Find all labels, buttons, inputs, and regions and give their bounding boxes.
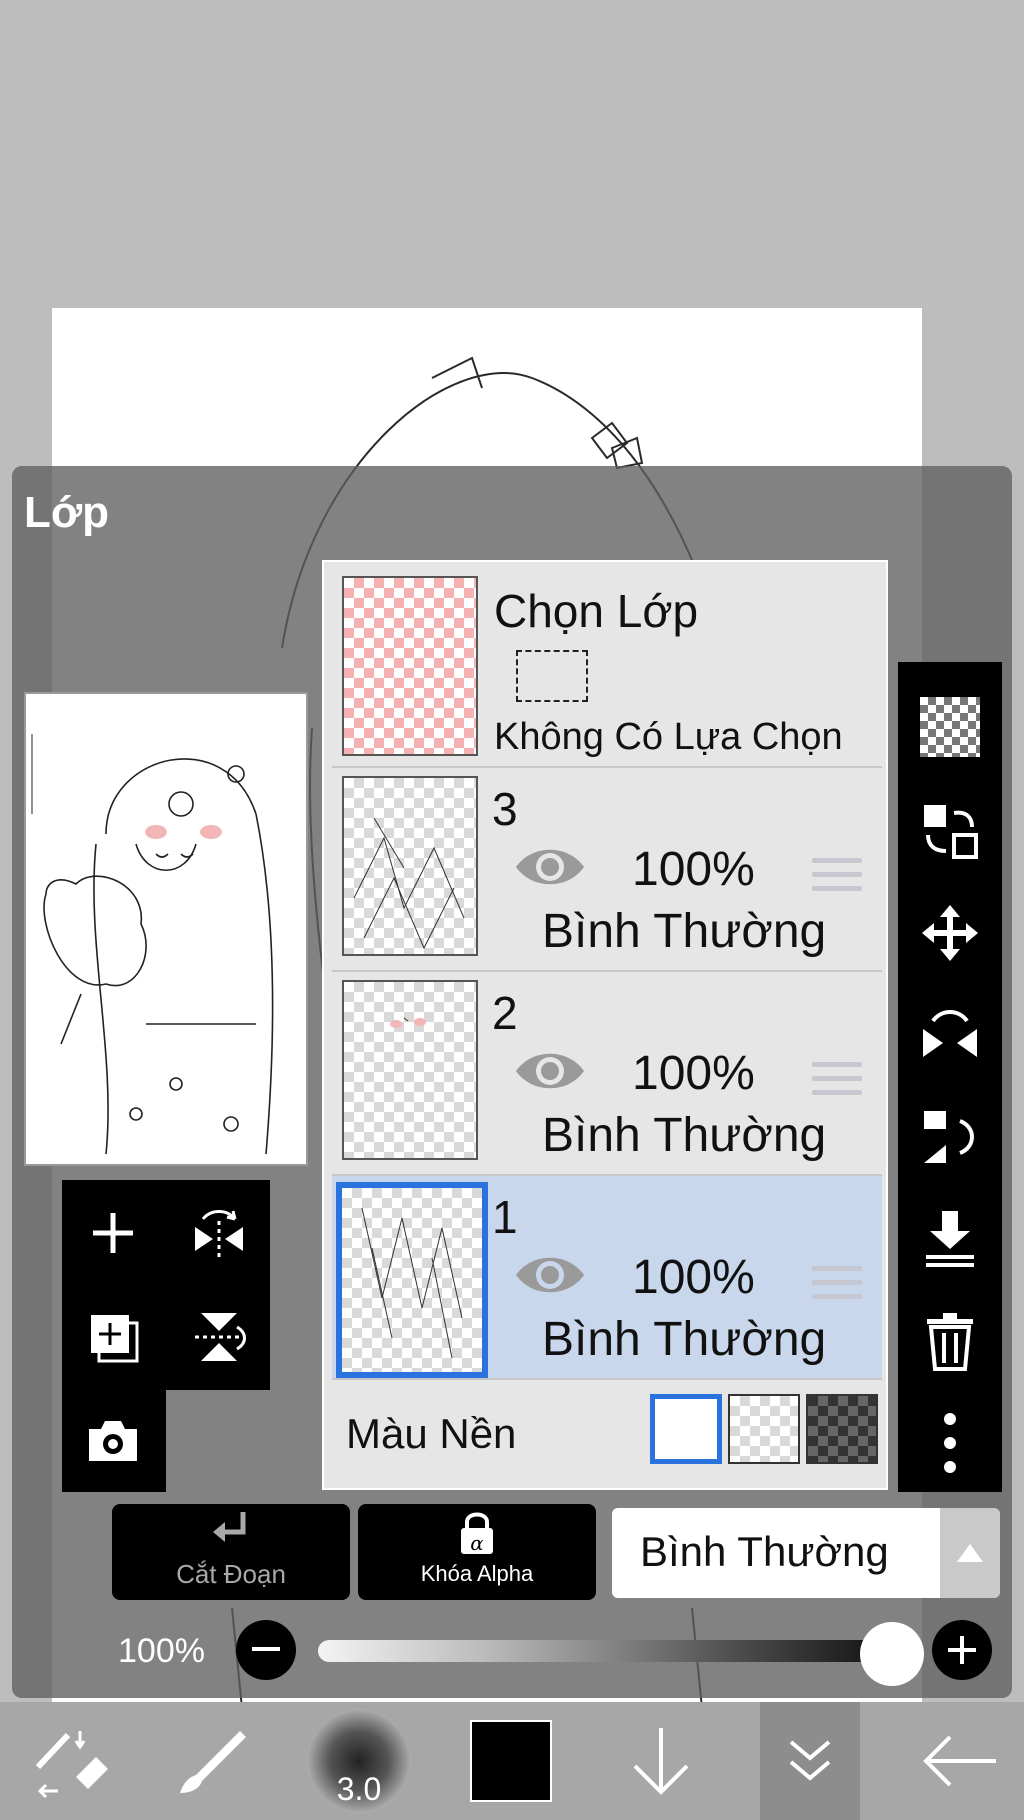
- current-color-swatch: [470, 1720, 552, 1802]
- more-vertical-icon: [944, 1413, 956, 1473]
- flip-horizontal-button[interactable]: [174, 1188, 264, 1278]
- preview-sketch: [31, 734, 274, 1155]
- layer-thumbnail-blush: [390, 1017, 426, 1028]
- drag-handle-icon[interactable]: [812, 858, 862, 900]
- bottom-toolbar: 3.0: [0, 1702, 1024, 1820]
- layer-thumbnail: [336, 1182, 488, 1378]
- drag-handle-icon[interactable]: [812, 1266, 862, 1308]
- layer-thumbnail-sketch: [361, 1207, 463, 1359]
- eye-icon[interactable]: [512, 1046, 588, 1096]
- triangle-up-icon: [957, 1544, 983, 1562]
- alpha-lock-label: Khóa Alpha: [420, 1561, 534, 1586]
- clipping-arrow-icon: [213, 1512, 246, 1542]
- flip-vertical-button[interactable]: [174, 1292, 264, 1382]
- flip-horizontal-right-button[interactable]: [898, 990, 1002, 1080]
- merge-down-icon: [926, 1211, 974, 1267]
- brush-size-icon: 3.0: [307, 1709, 411, 1813]
- double-chevron-down-icon: [789, 1740, 831, 1781]
- layer-name: 3: [492, 783, 518, 835]
- background-color-row: Màu Nền: [332, 1380, 882, 1484]
- minus-icon: [252, 1647, 280, 1651]
- layer-thumbnail: [342, 776, 478, 956]
- transparency-button[interactable]: [898, 682, 1002, 772]
- move-icon: [922, 905, 978, 961]
- back-button[interactable]: [910, 1702, 1010, 1820]
- brush-icon: [180, 1731, 246, 1793]
- plus-icon: [948, 1636, 976, 1664]
- flip-horizontal-icon: [195, 1210, 243, 1257]
- eye-icon[interactable]: [512, 842, 588, 892]
- layer-thumbnail-sketch: [353, 817, 465, 950]
- selection-title: Chọn Lớp: [494, 585, 699, 637]
- layer-thumbnail: [342, 980, 478, 1160]
- layer-name: 2: [492, 987, 518, 1039]
- blend-mode-select[interactable]: Bình Thường: [612, 1508, 1000, 1598]
- flip-vertical-icon: [195, 1313, 246, 1361]
- selection-status: Không Có Lựa Chọn: [494, 716, 843, 758]
- tool-switch-button[interactable]: [20, 1702, 120, 1820]
- layer-row[interactable]: 3 100% Bình Thường: [332, 768, 882, 972]
- layer-row-selected[interactable]: 1 100% Bình Thường: [332, 1176, 882, 1380]
- flip-horizontal-icon: [923, 1010, 977, 1057]
- background-transparent-option[interactable]: [728, 1394, 800, 1464]
- canvas-preview[interactable]: [24, 692, 308, 1166]
- clipping-button[interactable]: Cắt Đoạn: [112, 1504, 350, 1600]
- drag-handle-icon[interactable]: [812, 1062, 862, 1104]
- blend-mode-arrow[interactable]: [940, 1508, 1000, 1598]
- clipping-label: Cắt Đoạn: [176, 1559, 286, 1589]
- plus-icon: [93, 1213, 133, 1253]
- opacity-decrease-button[interactable]: [236, 1620, 296, 1680]
- selection-thumbnail: [342, 576, 478, 756]
- brush-size-button[interactable]: 3.0: [304, 1702, 414, 1820]
- opacity-label: 100%: [118, 1632, 205, 1670]
- blend-mode-value: Bình Thường: [640, 1528, 889, 1575]
- checkerboard-icon: [920, 697, 980, 757]
- delete-layer-button[interactable]: [898, 1296, 1002, 1386]
- move-layer-button[interactable]: [898, 888, 1002, 978]
- brush-tool-button[interactable]: [160, 1702, 260, 1820]
- brush-eraser-swap-icon: [35, 1731, 108, 1799]
- background-label: Màu Nền: [346, 1410, 517, 1457]
- eye-icon[interactable]: [512, 1250, 588, 1300]
- background-white-option[interactable]: [650, 1394, 722, 1464]
- more-options-button[interactable]: [898, 1398, 1002, 1488]
- flip-vertical-right-button[interactable]: [898, 1092, 1002, 1182]
- duplicate-layer-button[interactable]: [68, 1292, 158, 1382]
- layer-blend-mode: Bình Thường: [542, 1109, 827, 1162]
- layer-blend-mode: Bình Thường: [542, 1313, 827, 1366]
- svg-text:α: α: [470, 1531, 484, 1555]
- lock-icon: α: [461, 1512, 493, 1555]
- opacity-slider-track[interactable]: [318, 1640, 888, 1662]
- flip-vertical-icon: [924, 1111, 974, 1163]
- brush-size-value: 3.0: [336, 1771, 382, 1807]
- layer-opacity: 100%: [632, 1251, 755, 1304]
- swap-icon: [924, 805, 978, 859]
- camera-icon: [89, 1421, 137, 1461]
- opacity-slider-knob[interactable]: [860, 1622, 924, 1686]
- duplicate-layer-icon: [91, 1315, 139, 1363]
- layer-row[interactable]: 2 100% Bình Thường: [332, 972, 882, 1176]
- layer-opacity: 100%: [632, 843, 755, 896]
- arrow-down-icon: [633, 1728, 689, 1795]
- selection-marquee-icon: [516, 650, 588, 702]
- camera-import-button[interactable]: [68, 1396, 158, 1486]
- background-dark-option[interactable]: [806, 1394, 878, 1464]
- opacity-increase-button[interactable]: [932, 1620, 992, 1680]
- color-picker-button[interactable]: [466, 1702, 556, 1820]
- add-layer-button[interactable]: [68, 1188, 158, 1278]
- selection-layer-row[interactable]: Chọn Lớp Không Có Lựa Chọn: [332, 570, 882, 768]
- arrow-left-icon: [923, 1735, 996, 1787]
- layer-blend-mode: Bình Thường: [542, 905, 827, 958]
- layer-name: 1: [492, 1191, 518, 1243]
- right-tool-column: [898, 662, 1002, 1492]
- layers-list: Chọn Lớp Không Có Lựa Chọn 3 100% Bình T…: [322, 560, 888, 1490]
- panel-title: Lớp: [24, 488, 110, 537]
- swap-layer-button[interactable]: [898, 786, 1002, 876]
- layer-opacity: 100%: [632, 1047, 755, 1100]
- layer-down-button[interactable]: [616, 1702, 706, 1820]
- trash-icon: [927, 1313, 973, 1371]
- layer-panel-toggle-button[interactable]: [760, 1702, 860, 1820]
- alpha-lock-button[interactable]: α Khóa Alpha: [358, 1504, 596, 1600]
- merge-down-button[interactable]: [898, 1194, 1002, 1284]
